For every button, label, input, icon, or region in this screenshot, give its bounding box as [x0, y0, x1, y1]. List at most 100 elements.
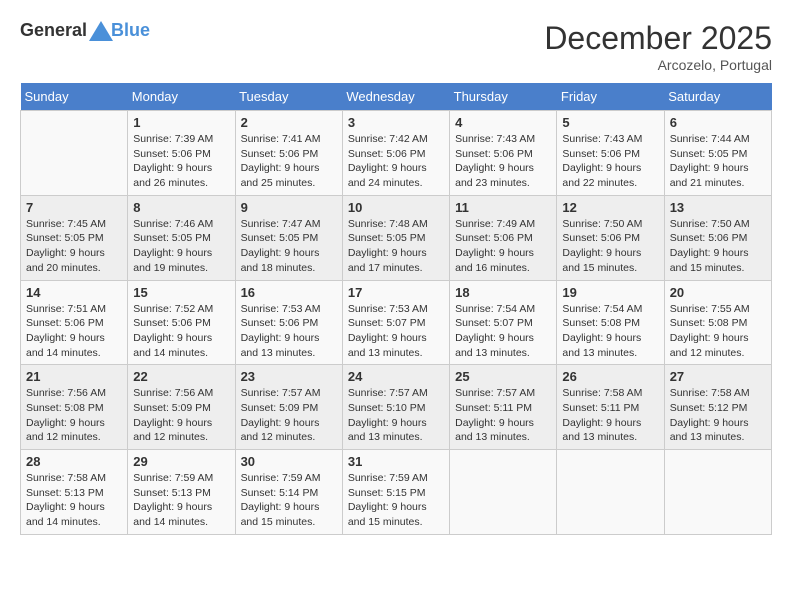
day-info: Sunrise: 7:44 AM Sunset: 5:05 PM Dayligh…: [670, 132, 766, 191]
calendar-day-27: 27 Sunrise: 7:58 AM Sunset: 5:12 PM Dayli…: [664, 365, 771, 450]
day-info: Sunrise: 7:49 AM Sunset: 5:06 PM Dayligh…: [455, 217, 551, 276]
day-number: 6: [670, 115, 766, 130]
calendar-week-row: 21 Sunrise: 7:56 AM Sunset: 5:08 PM Dayli…: [21, 365, 772, 450]
day-info: Sunrise: 7:59 AM Sunset: 5:15 PM Dayligh…: [348, 471, 444, 530]
day-number: 29: [133, 454, 229, 469]
day-info: Sunrise: 7:54 AM Sunset: 5:07 PM Dayligh…: [455, 302, 551, 361]
day-number: 8: [133, 200, 229, 215]
day-info: Sunrise: 7:58 AM Sunset: 5:11 PM Dayligh…: [562, 386, 658, 445]
calendar-empty-cell: [21, 111, 128, 196]
day-number: 17: [348, 285, 444, 300]
calendar-empty-cell: [557, 450, 664, 535]
calendar-day-19: 19Sunrise: 7:54 AM Sunset: 5:08 PM Dayli…: [557, 280, 664, 365]
day-number: 15: [133, 285, 229, 300]
day-number: 28: [26, 454, 122, 469]
day-number: 3: [348, 115, 444, 130]
calendar-day-21: 21 Sunrise: 7:56 AM Sunset: 5:08 PM Dayli…: [21, 365, 128, 450]
month-year: December 2025: [544, 20, 772, 57]
calendar-day-29: 29 Sunrise: 7:59 AM Sunset: 5:13 PM Dayli…: [128, 450, 235, 535]
calendar-day-24: 24 Sunrise: 7:57 AM Sunset: 5:10 PM Dayli…: [342, 365, 449, 450]
location: Arcozelo, Portugal: [544, 57, 772, 73]
day-info: Sunrise: 7:59 AM Sunset: 5:13 PM Dayligh…: [133, 471, 229, 530]
calendar-day-1: 1 Sunrise: 7:39 AM Sunset: 5:06 PM Daylig…: [128, 111, 235, 196]
day-info: Sunrise: 7:47 AM Sunset: 5:05 PM Dayligh…: [241, 217, 337, 276]
weekday-header-sunday: Sunday: [21, 83, 128, 111]
day-info: Sunrise: 7:57 AM Sunset: 5:11 PM Dayligh…: [455, 386, 551, 445]
calendar-day-16: 16 Sunrise: 7:53 AM Sunset: 5:06 PM Dayli…: [235, 280, 342, 365]
day-info: Sunrise: 7:50 AM Sunset: 5:06 PM Dayligh…: [562, 217, 658, 276]
day-info: Sunrise: 7:55 AM Sunset: 5:08 PM Dayligh…: [670, 302, 766, 361]
day-number: 5: [562, 115, 658, 130]
page-header: General Blue December 2025 Arcozelo, Por…: [20, 20, 772, 73]
calendar-day-18: 18 Sunrise: 7:54 AM Sunset: 5:07 PM Dayli…: [450, 280, 557, 365]
calendar-day-25: 25 Sunrise: 7:57 AM Sunset: 5:11 PM Dayli…: [450, 365, 557, 450]
calendar-day-13: 13Sunrise: 7:50 AM Sunset: 5:06 PM Dayli…: [664, 195, 771, 280]
weekday-header-tuesday: Tuesday: [235, 83, 342, 111]
day-number: 12: [562, 200, 658, 215]
day-number: 7: [26, 200, 122, 215]
day-info: Sunrise: 7:56 AM Sunset: 5:08 PM Dayligh…: [26, 386, 122, 445]
day-info: Sunrise: 7:51 AM Sunset: 5:06 PM Dayligh…: [26, 302, 122, 361]
calendar-day-8: 8 Sunrise: 7:46 AM Sunset: 5:05 PM Daylig…: [128, 195, 235, 280]
calendar-day-9: 9Sunrise: 7:47 AM Sunset: 5:05 PM Daylig…: [235, 195, 342, 280]
day-number: 31: [348, 454, 444, 469]
weekday-header-saturday: Saturday: [664, 83, 771, 111]
calendar-day-4: 4Sunrise: 7:43 AM Sunset: 5:06 PM Daylig…: [450, 111, 557, 196]
calendar-day-15: 15Sunrise: 7:52 AM Sunset: 5:06 PM Dayli…: [128, 280, 235, 365]
calendar-day-30: 30 Sunrise: 7:59 AM Sunset: 5:14 PM Dayli…: [235, 450, 342, 535]
calendar-day-7: 7 Sunrise: 7:45 AM Sunset: 5:05 PM Daylig…: [21, 195, 128, 280]
day-number: 19: [562, 285, 658, 300]
day-number: 1: [133, 115, 229, 130]
day-number: 16: [241, 285, 337, 300]
day-number: 2: [241, 115, 337, 130]
day-number: 4: [455, 115, 551, 130]
calendar-week-row: 7 Sunrise: 7:45 AM Sunset: 5:05 PM Daylig…: [21, 195, 772, 280]
calendar-day-12: 12 Sunrise: 7:50 AM Sunset: 5:06 PM Dayli…: [557, 195, 664, 280]
calendar-empty-cell: [664, 450, 771, 535]
day-number: 13: [670, 200, 766, 215]
weekday-header-wednesday: Wednesday: [342, 83, 449, 111]
day-info: Sunrise: 7:53 AM Sunset: 5:06 PM Dayligh…: [241, 302, 337, 361]
day-number: 21: [26, 369, 122, 384]
day-number: 20: [670, 285, 766, 300]
day-number: 24: [348, 369, 444, 384]
calendar-day-31: 31 Sunrise: 7:59 AM Sunset: 5:15 PM Dayli…: [342, 450, 449, 535]
day-number: 25: [455, 369, 551, 384]
logo-general: General: [20, 20, 87, 41]
day-info: Sunrise: 7:57 AM Sunset: 5:10 PM Dayligh…: [348, 386, 444, 445]
day-number: 23: [241, 369, 337, 384]
calendar-day-20: 20 Sunrise: 7:55 AM Sunset: 5:08 PM Dayli…: [664, 280, 771, 365]
calendar-day-14: 14 Sunrise: 7:51 AM Sunset: 5:06 PM Dayli…: [21, 280, 128, 365]
day-info: Sunrise: 7:46 AM Sunset: 5:05 PM Dayligh…: [133, 217, 229, 276]
calendar-week-row: 14 Sunrise: 7:51 AM Sunset: 5:06 PM Dayli…: [21, 280, 772, 365]
calendar-day-17: 17Sunrise: 7:53 AM Sunset: 5:07 PM Dayli…: [342, 280, 449, 365]
day-info: Sunrise: 7:56 AM Sunset: 5:09 PM Dayligh…: [133, 386, 229, 445]
weekday-header-friday: Friday: [557, 83, 664, 111]
calendar-day-11: 11Sunrise: 7:49 AM Sunset: 5:06 PM Dayli…: [450, 195, 557, 280]
day-number: 10: [348, 200, 444, 215]
day-number: 30: [241, 454, 337, 469]
calendar-day-3: 3Sunrise: 7:42 AM Sunset: 5:06 PM Daylig…: [342, 111, 449, 196]
calendar-table: SundayMondayTuesdayWednesdayThursdayFrid…: [20, 83, 772, 535]
calendar-week-row: 1 Sunrise: 7:39 AM Sunset: 5:06 PM Daylig…: [21, 111, 772, 196]
day-info: Sunrise: 7:58 AM Sunset: 5:13 PM Dayligh…: [26, 471, 122, 530]
calendar-day-22: 22 Sunrise: 7:56 AM Sunset: 5:09 PM Dayli…: [128, 365, 235, 450]
day-info: Sunrise: 7:48 AM Sunset: 5:05 PM Dayligh…: [348, 217, 444, 276]
day-info: Sunrise: 7:45 AM Sunset: 5:05 PM Dayligh…: [26, 217, 122, 276]
day-info: Sunrise: 7:57 AM Sunset: 5:09 PM Dayligh…: [241, 386, 337, 445]
day-number: 26: [562, 369, 658, 384]
day-info: Sunrise: 7:43 AM Sunset: 5:06 PM Dayligh…: [562, 132, 658, 191]
day-number: 22: [133, 369, 229, 384]
day-info: Sunrise: 7:39 AM Sunset: 5:06 PM Dayligh…: [133, 132, 229, 191]
day-info: Sunrise: 7:59 AM Sunset: 5:14 PM Dayligh…: [241, 471, 337, 530]
day-number: 18: [455, 285, 551, 300]
day-info: Sunrise: 7:58 AM Sunset: 5:12 PM Dayligh…: [670, 386, 766, 445]
calendar-empty-cell: [450, 450, 557, 535]
calendar-day-2: 2Sunrise: 7:41 AM Sunset: 5:06 PM Daylig…: [235, 111, 342, 196]
day-number: 27: [670, 369, 766, 384]
calendar-day-5: 5 Sunrise: 7:43 AM Sunset: 5:06 PM Daylig…: [557, 111, 664, 196]
day-number: 14: [26, 285, 122, 300]
weekday-header-monday: Monday: [128, 83, 235, 111]
calendar-header-row: SundayMondayTuesdayWednesdayThursdayFrid…: [21, 83, 772, 111]
calendar-week-row: 28 Sunrise: 7:58 AM Sunset: 5:13 PM Dayli…: [21, 450, 772, 535]
